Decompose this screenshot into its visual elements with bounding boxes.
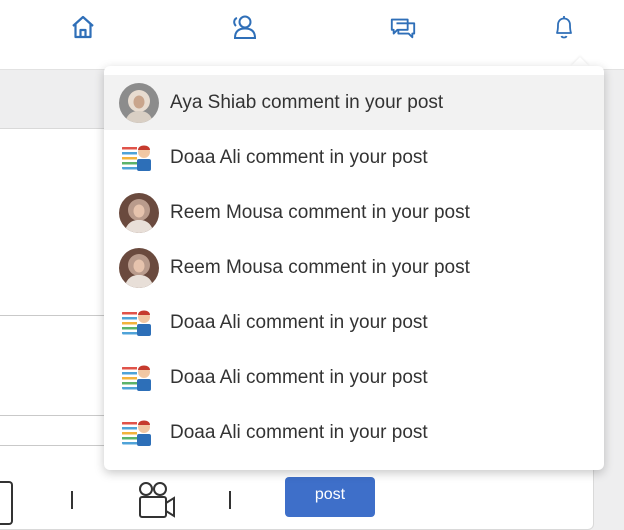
- notification-text: Doaa Ali comment in your post: [170, 312, 428, 333]
- home-icon[interactable]: [68, 12, 98, 42]
- friends-icon[interactable]: [229, 12, 259, 42]
- dropdown-caret: [571, 57, 589, 66]
- top-navigation-bar: [0, 0, 624, 70]
- notification-text: Doaa Ali comment in your post: [170, 147, 428, 168]
- notification-text: Reem Mousa comment in your post: [170, 257, 470, 278]
- notification-item[interactable]: Doaa Ali comment in your post: [104, 130, 604, 185]
- divider: [0, 445, 105, 446]
- notification-text: Aya Shiab comment in your post: [170, 92, 444, 113]
- notification-text: Doaa Ali comment in your post: [170, 367, 428, 388]
- user-avatar: [119, 138, 159, 178]
- post-button[interactable]: post: [285, 477, 375, 517]
- user-avatar: [119, 248, 159, 288]
- user-avatar: [119, 358, 159, 398]
- user-avatar: [119, 413, 159, 453]
- user-avatar: [119, 83, 159, 123]
- notification-text: Doaa Ali comment in your post: [170, 422, 428, 443]
- notification-text: Reem Mousa comment in your post: [170, 202, 470, 223]
- notification-item[interactable]: Doaa Ali comment in your post: [104, 295, 604, 350]
- photo-icon[interactable]: [0, 481, 13, 525]
- separator: [229, 491, 231, 509]
- user-avatar: [119, 303, 159, 343]
- messages-icon[interactable]: [388, 12, 418, 42]
- user-avatar: [119, 193, 159, 233]
- notifications-dropdown: Aya Shiab comment in your post Doaa Ali …: [104, 66, 604, 470]
- notification-item[interactable]: Reem Mousa comment in your post: [104, 185, 604, 240]
- separator: [71, 491, 73, 509]
- bell-icon[interactable]: [549, 12, 579, 42]
- notification-item[interactable]: Reem Mousa comment in your post: [104, 240, 604, 295]
- video-icon[interactable]: [135, 479, 177, 524]
- notification-item[interactable]: Doaa Ali comment in your post: [104, 405, 604, 460]
- notification-item[interactable]: Doaa Ali comment in your post: [104, 350, 604, 405]
- divider: [0, 315, 105, 316]
- divider: [0, 415, 105, 416]
- notification-item[interactable]: Aya Shiab comment in your post: [104, 75, 604, 130]
